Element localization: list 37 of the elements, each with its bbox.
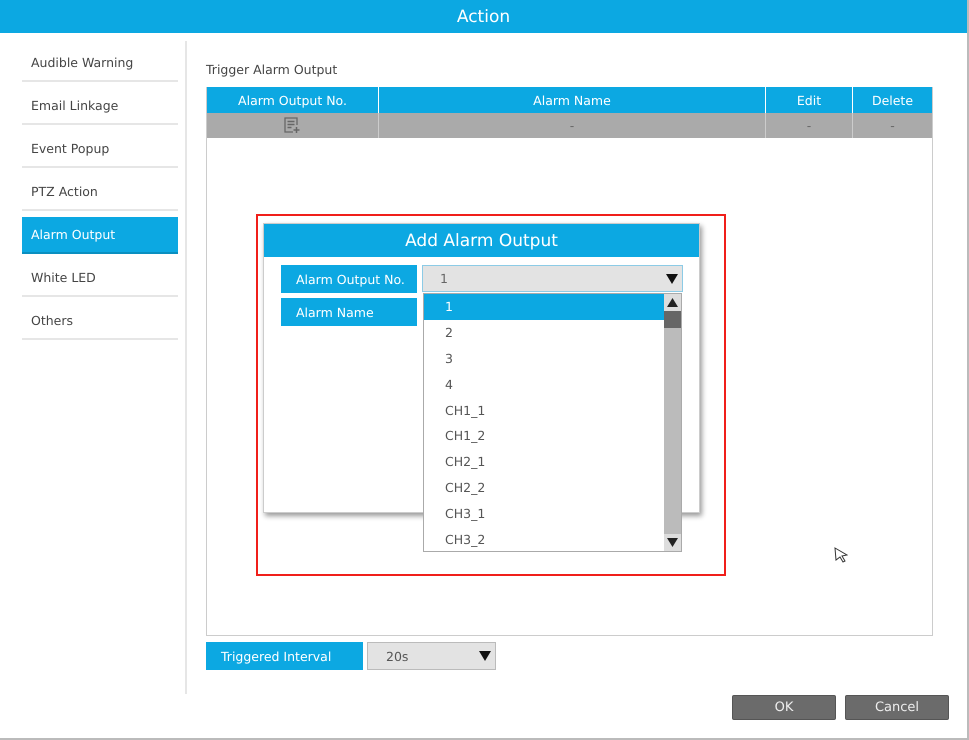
dropdown-option[interactable]: CH2_2 (424, 474, 664, 500)
mouse-pointer-icon (834, 547, 848, 563)
scrollbar-thumb[interactable] (664, 311, 681, 328)
sidebar-item[interactable]: PTZ Action (22, 174, 178, 211)
section-title: Trigger Alarm Output (206, 62, 338, 77)
scroll-up-icon[interactable] (664, 294, 681, 311)
dropdown-option[interactable]: CH3_2 (424, 526, 664, 552)
sidebar-item[interactable]: Audible Warning (22, 45, 178, 82)
table-cell: - (806, 118, 812, 133)
dialog-title: Add Alarm Output (264, 224, 699, 257)
dropdown-option[interactable]: 2 (424, 320, 664, 346)
dropdown-option[interactable]: 4 (424, 371, 664, 398)
ok-button[interactable]: OK (732, 695, 836, 720)
interval-select[interactable]: 20s (367, 642, 496, 670)
sidebar-item[interactable]: White LED (22, 260, 178, 297)
window-title: Action (456, 6, 510, 26)
cancel-button[interactable]: Cancel (845, 695, 949, 720)
dropdown-option[interactable]: 3 (424, 346, 664, 372)
field-label: Alarm Name (281, 298, 417, 326)
caret-icon (666, 274, 678, 284)
column-header: Delete (870, 92, 914, 110)
dropdown-option[interactable]: CH3_1 (424, 500, 664, 526)
field-label: Alarm Output No. (281, 265, 417, 293)
add-list-icon[interactable] (284, 117, 302, 134)
dropdown-option[interactable]: CH1_2 (424, 422, 664, 449)
field-label: Triggered Interval (206, 642, 363, 670)
sidebar-item[interactable]: Event Popup (22, 131, 178, 168)
caret-icon (479, 651, 491, 661)
sidebar-item[interactable]: Others (22, 303, 178, 340)
table-cell: - (890, 118, 895, 133)
scroll-down-icon[interactable] (664, 534, 681, 551)
sidebar-item[interactable]: Email Linkage (22, 88, 178, 125)
dropdown-option[interactable]: CH1_1 (424, 397, 664, 423)
table-cell: - (570, 118, 574, 133)
dropdown-option[interactable]: CH2_1 (424, 448, 664, 475)
output-select[interactable]: 1 (422, 265, 683, 292)
scrollbar[interactable] (664, 294, 681, 551)
